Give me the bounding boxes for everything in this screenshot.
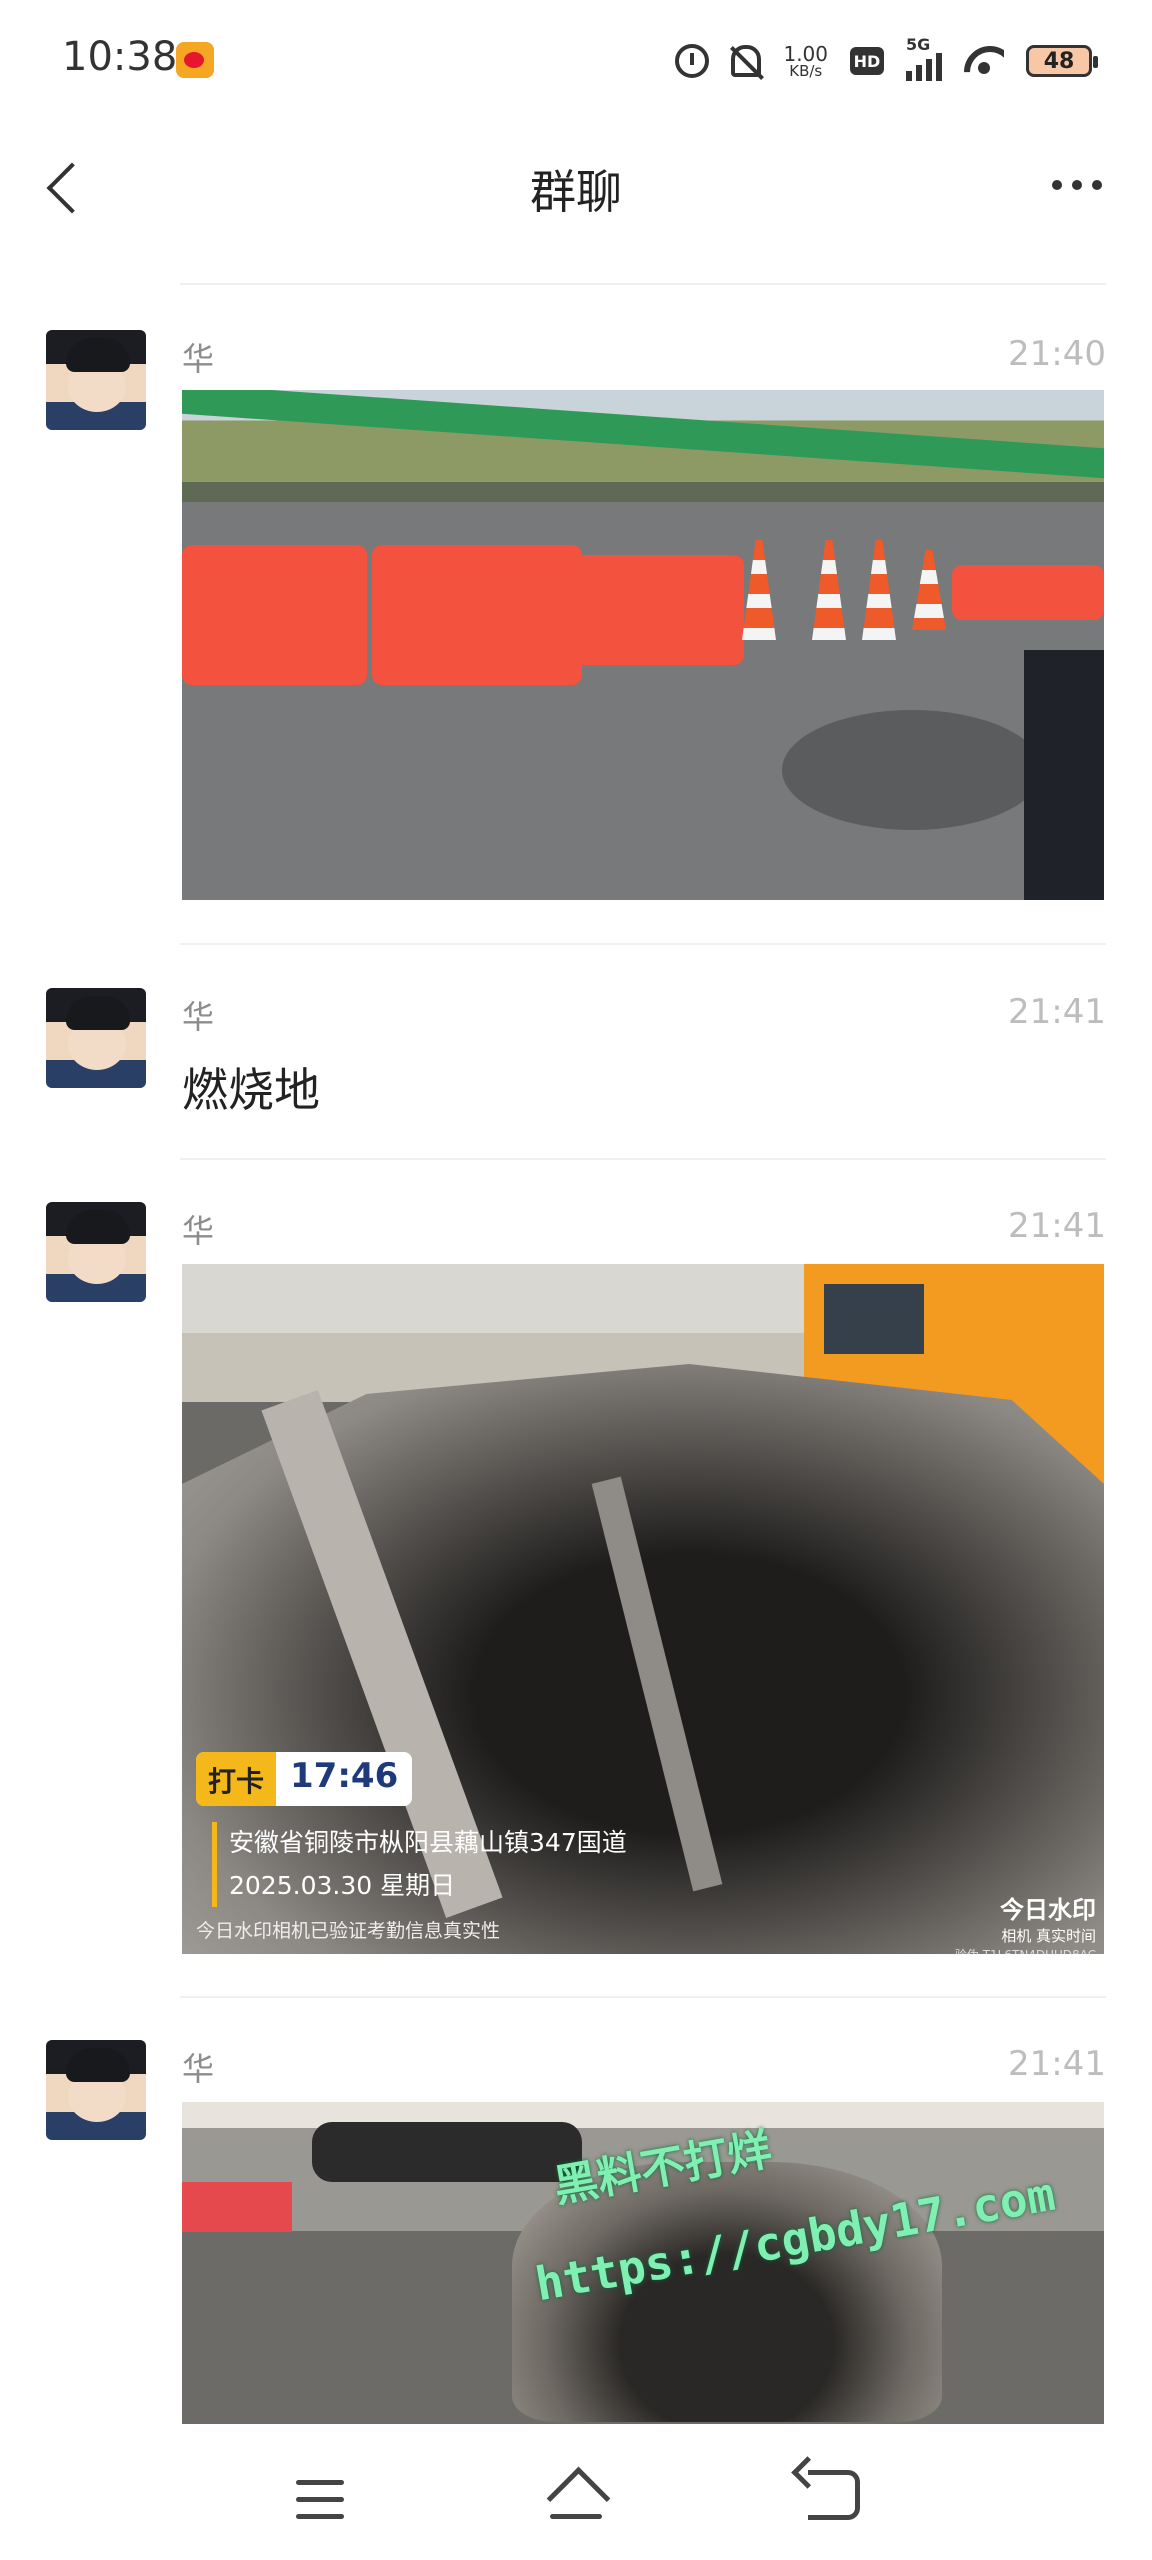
message-image[interactable]: 黑料不打烊 https://cgbdy17.com bbox=[182, 2102, 1104, 2424]
avatar[interactable] bbox=[46, 1202, 146, 1302]
guardrail bbox=[182, 390, 1104, 479]
scorch-mark bbox=[782, 710, 1042, 830]
network-speed: 1.00 KB/s bbox=[783, 44, 828, 79]
watermark-address: 安徽省铜陵市枞阳县藕山镇347国道 bbox=[229, 1828, 627, 1857]
watermark-brand-name: 今日水印 bbox=[1000, 1896, 1096, 1924]
message-time: 21:41 bbox=[1008, 2044, 1106, 2084]
back-icon[interactable] bbox=[808, 2470, 860, 2520]
checkin-label: 打卡 bbox=[196, 1752, 277, 1806]
traffic-cone bbox=[742, 540, 776, 640]
divider bbox=[180, 1158, 1106, 1160]
watermark-code: 验伪 T1L6TN4DUUD8AC bbox=[955, 1946, 1096, 1954]
message-time: 21:41 bbox=[1008, 992, 1106, 1032]
system-nav-bar bbox=[0, 2430, 1152, 2560]
wifi-icon bbox=[964, 46, 1004, 76]
chat-screen: 10:38 1.00 KB/s HD 5G 48 群聊 华 21:40 华 21… bbox=[0, 0, 1152, 2560]
chat-header: 群聊 bbox=[0, 120, 1152, 250]
watermark-brand-sub: 相机 真实时间 bbox=[1001, 1927, 1096, 1945]
avatar[interactable] bbox=[46, 2040, 146, 2140]
sender-name: 华 bbox=[182, 1212, 215, 1250]
message-time: 21:41 bbox=[1008, 1206, 1106, 1246]
sender-name: 华 bbox=[182, 998, 215, 1036]
message-image[interactable]: 打卡 17:46 安徽省铜陵市枞阳县藕山镇347国道 2025.03.30 星期… bbox=[182, 1264, 1104, 1954]
signal-icon: 5G bbox=[906, 35, 942, 81]
alarm-icon bbox=[675, 44, 710, 78]
battery-level: 48 bbox=[1043, 48, 1075, 74]
tire-pile bbox=[312, 2122, 582, 2182]
person-leg bbox=[1024, 650, 1104, 900]
water-barrier bbox=[372, 545, 582, 685]
network-speed-unit: KB/s bbox=[789, 61, 823, 80]
watermark-date: 2025.03.30 星期日 bbox=[229, 1870, 456, 1900]
home-icon[interactable] bbox=[546, 2466, 606, 2524]
hd-icon: HD bbox=[850, 47, 884, 75]
network-type: 5G bbox=[906, 35, 931, 54]
status-icons: 1.00 KB/s HD 5G 48 bbox=[675, 35, 1098, 86]
divider bbox=[180, 1996, 1106, 1998]
divider bbox=[180, 283, 1106, 285]
water-barrier bbox=[952, 565, 1104, 620]
mute-bell-icon bbox=[731, 45, 762, 77]
traffic-cone bbox=[912, 550, 946, 630]
watermark-verify-text: 今日水印相机已验证考勤信息真实性 bbox=[196, 1920, 501, 1942]
avatar[interactable] bbox=[46, 330, 146, 430]
menu-icon[interactable] bbox=[296, 2480, 344, 2520]
weibo-notification-icon bbox=[176, 42, 214, 78]
message-image[interactable] bbox=[182, 390, 1104, 900]
sender-name: 华 bbox=[182, 2050, 215, 2088]
network-speed-value: 1.00 bbox=[783, 41, 828, 66]
avatar[interactable] bbox=[46, 988, 146, 1088]
battery-icon: 48 bbox=[1026, 45, 1098, 77]
watermark-brand: 今日水印 相机 真实时间 验伪 T1L6TN4DUUD8AC bbox=[955, 1890, 1096, 1954]
message-text[interactable]: 燃烧地 bbox=[182, 1054, 320, 1120]
water-barrier bbox=[182, 545, 367, 685]
water-barrier bbox=[574, 555, 744, 665]
status-time: 10:38 bbox=[62, 34, 178, 80]
divider bbox=[180, 943, 1106, 945]
more-options-icon[interactable] bbox=[1052, 180, 1102, 190]
page-title: 群聊 bbox=[530, 165, 622, 219]
sender-name: 华 bbox=[182, 340, 215, 378]
red-barrier bbox=[182, 2182, 292, 2232]
traffic-cone bbox=[812, 540, 846, 640]
checkin-time: 17:46 bbox=[290, 1756, 399, 1796]
watermark-address-block: 安徽省铜陵市枞阳县藕山镇347国道 2025.03.30 星期日 bbox=[212, 1822, 627, 1907]
checkin-badge: 打卡 17:46 bbox=[196, 1752, 413, 1806]
traffic-cone bbox=[862, 540, 896, 640]
message-time: 21:40 bbox=[1008, 334, 1106, 374]
status-bar: 10:38 1.00 KB/s HD 5G 48 bbox=[0, 0, 1152, 120]
